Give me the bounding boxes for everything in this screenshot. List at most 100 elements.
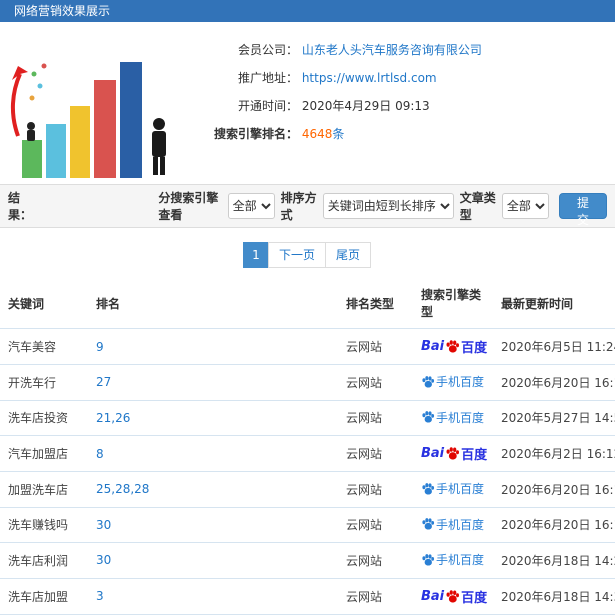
keyword-cell: 开洗车行 [0, 364, 88, 401]
company-link[interactable]: 山东老人头汽车服务咨询有限公司 [302, 43, 482, 57]
rank-link[interactable]: 27 [96, 375, 111, 389]
header-updated: 最新更新时间 [493, 278, 615, 329]
updated-cell: 2020年6月20日 16:11 [493, 471, 615, 508]
rank-link[interactable]: 25,28,28 [96, 482, 149, 496]
engine-type-cell: 手机百度 [413, 507, 493, 543]
last-page-button[interactable]: 尾页 [325, 242, 372, 268]
filter-bar: 结果： 分搜索引擎查看 全部 排序方式 关键词由短到长排序 文章类型 全部 提交 [0, 184, 615, 228]
table-row: 汽车美容 9 云网站 Bai 百度 2020年6月5日 11:24 [0, 328, 615, 365]
engine-filter-select[interactable]: 全部 [227, 193, 275, 219]
rank-cell: 25,28,28 [88, 471, 338, 508]
updated-cell: 2020年6月18日 14:27 [493, 542, 615, 579]
baidu-logo: Bai 百度 [421, 339, 488, 356]
info-row-open-time: 开通时间： 2020年4月29日 09:13 [180, 92, 482, 120]
keyword-cell: 洗车店利润 [0, 542, 88, 579]
engine-type-cell: Bai 百度 [413, 435, 493, 472]
engine-type-cell: 手机百度 [413, 542, 493, 579]
info-row-company: 会员公司： 山东老人头汽车服务咨询有限公司 [180, 36, 482, 64]
mobile-baidu-logo: 手机百度 [421, 373, 484, 390]
baidu-paw-icon [446, 340, 460, 353]
keyword-cell: 洗车店投资 [0, 400, 88, 436]
baidu-paw-icon [422, 411, 435, 423]
mobile-baidu-logo: 手机百度 [421, 480, 484, 497]
info-row-url: 推广地址： https://www.lrtlsd.com [180, 64, 482, 92]
header-keyword: 关键词 [0, 278, 88, 329]
engine-type-cell: 手机百度 [413, 400, 493, 436]
keyword-cell: 加盟洗车店 [0, 471, 88, 508]
updated-cell: 2020年5月27日 14:58 [493, 400, 615, 436]
mobile-baidu-logo: 手机百度 [421, 409, 484, 426]
engine-type-cell: Bai 百度 [413, 328, 493, 365]
submit-button[interactable]: 提交 [558, 193, 607, 227]
keyword-cell: 汽车美容 [0, 328, 88, 365]
promo-url-label: 推广地址： [237, 71, 298, 85]
engine-type-cell: Bai 百度 [413, 578, 493, 615]
rank-link[interactable]: 21,26 [96, 411, 130, 425]
rank-type-cell: 云网站 [338, 400, 413, 436]
updated-cell: 2020年6月20日 16:12 [493, 507, 615, 543]
rank-type-cell: 云网站 [338, 364, 413, 401]
sort-filter-label: 排序方式 [280, 191, 317, 222]
table-header-row: 关键词 排名 排名类型 搜索引擎类型 最新更新时间 [0, 278, 615, 329]
header-rank-type: 排名类型 [338, 278, 413, 329]
page-1-button[interactable]: 1 [242, 242, 269, 268]
page-title: 网络营销效果展示 [14, 4, 111, 18]
pagination: 1 下一页 尾页 [0, 242, 615, 268]
table-row: 洗车店利润 30 云网站 手机百度 2020年6月18日 14:27 [0, 542, 615, 579]
results-table: 关键词 排名 排名类型 搜索引擎类型 最新更新时间 汽车美容 9 云网站 Bai… [0, 278, 615, 615]
results-table-body: 汽车美容 9 云网站 Bai 百度 2020年6月5日 11:24 开洗车行 27… [0, 328, 615, 615]
rank-type-cell: 云网站 [338, 542, 413, 579]
rank-link[interactable]: 3 [96, 589, 104, 603]
rank-type-cell: 云网站 [338, 507, 413, 543]
baidu-paw-icon [422, 553, 435, 566]
baidu-paw-icon [422, 518, 435, 530]
rank-count-value: 4648 [301, 127, 333, 141]
table-row: 加盟洗车店 25,28,28 云网站 手机百度 2020年6月20日 16:11 [0, 471, 615, 508]
next-page-button[interactable]: 下一页 [267, 242, 326, 268]
engine-type-cell: 手机百度 [413, 364, 493, 401]
rank-type-cell: 云网站 [338, 328, 413, 365]
info-panel: 会员公司： 山东老人头汽车服务咨询有限公司 推广地址： https://www.… [0, 22, 615, 184]
rank-cell: 9 [88, 328, 338, 365]
results-section-label: 结果： [8, 191, 33, 222]
rank-type-cell: 云网站 [338, 471, 413, 508]
sort-filter-select[interactable]: 关键词由短到长排序 [322, 193, 454, 219]
rank-link[interactable]: 30 [96, 553, 111, 567]
header-rank: 排名 [88, 278, 338, 329]
header-engine-type: 搜索引擎类型 [413, 278, 493, 329]
baidu-paw-icon [422, 375, 435, 388]
info-row-rank-count: 搜索引擎排名： 4648条 [180, 120, 482, 148]
keyword-cell: 洗车赚钱吗 [0, 507, 88, 543]
rank-cell: 8 [88, 435, 338, 472]
rank-link[interactable]: 8 [96, 447, 104, 461]
filter-group: 分搜索引擎查看 全部 排序方式 关键词由短到长排序 文章类型 全部 提交 [158, 189, 607, 227]
rank-cell: 30 [88, 507, 338, 543]
keyword-cell: 洗车店加盟 [0, 578, 88, 615]
baidu-paw-icon [446, 447, 460, 460]
page-header: 网络营销效果展示 [0, 0, 615, 22]
rank-link[interactable]: 9 [96, 340, 104, 354]
rank-count-label: 搜索引擎排名： [213, 127, 298, 141]
engine-type-cell: 手机百度 [413, 471, 493, 508]
engine-filter-label: 分搜索引擎查看 [158, 191, 219, 222]
rank-type-cell: 云网站 [338, 435, 413, 472]
updated-cell: 2020年6月5日 11:24 [493, 328, 615, 365]
article-type-select[interactable]: 全部 [501, 193, 549, 219]
rank-count-suffix: 条 [332, 127, 345, 141]
table-row: 洗车店投资 21,26 云网站 手机百度 2020年5月27日 14:58 [0, 400, 615, 436]
company-label: 会员公司： [237, 43, 298, 57]
article-type-label: 文章类型 [459, 191, 496, 222]
growth-chart-illustration [0, 22, 180, 184]
table-row: 洗车赚钱吗 30 云网站 手机百度 2020年6月20日 16:12 [0, 507, 615, 543]
table-row: 汽车加盟店 8 云网站 Bai 百度 2020年6月2日 16:12 [0, 435, 615, 472]
baidu-logo: Bai 百度 [421, 588, 488, 606]
updated-cell: 2020年6月20日 16:16 [493, 364, 615, 401]
baidu-paw-icon [446, 589, 460, 602]
rank-cell: 21,26 [88, 400, 338, 436]
table-row: 开洗车行 27 云网站 手机百度 2020年6月20日 16:16 [0, 364, 615, 401]
promo-url-link[interactable]: https://www.lrtlsd.com [302, 71, 437, 85]
updated-cell: 2020年6月18日 14:30 [493, 578, 615, 615]
updated-cell: 2020年6月2日 16:12 [493, 435, 615, 472]
rank-cell: 3 [88, 578, 338, 615]
info-list: 会员公司： 山东老人头汽车服务咨询有限公司 推广地址： https://www.… [180, 22, 482, 184]
